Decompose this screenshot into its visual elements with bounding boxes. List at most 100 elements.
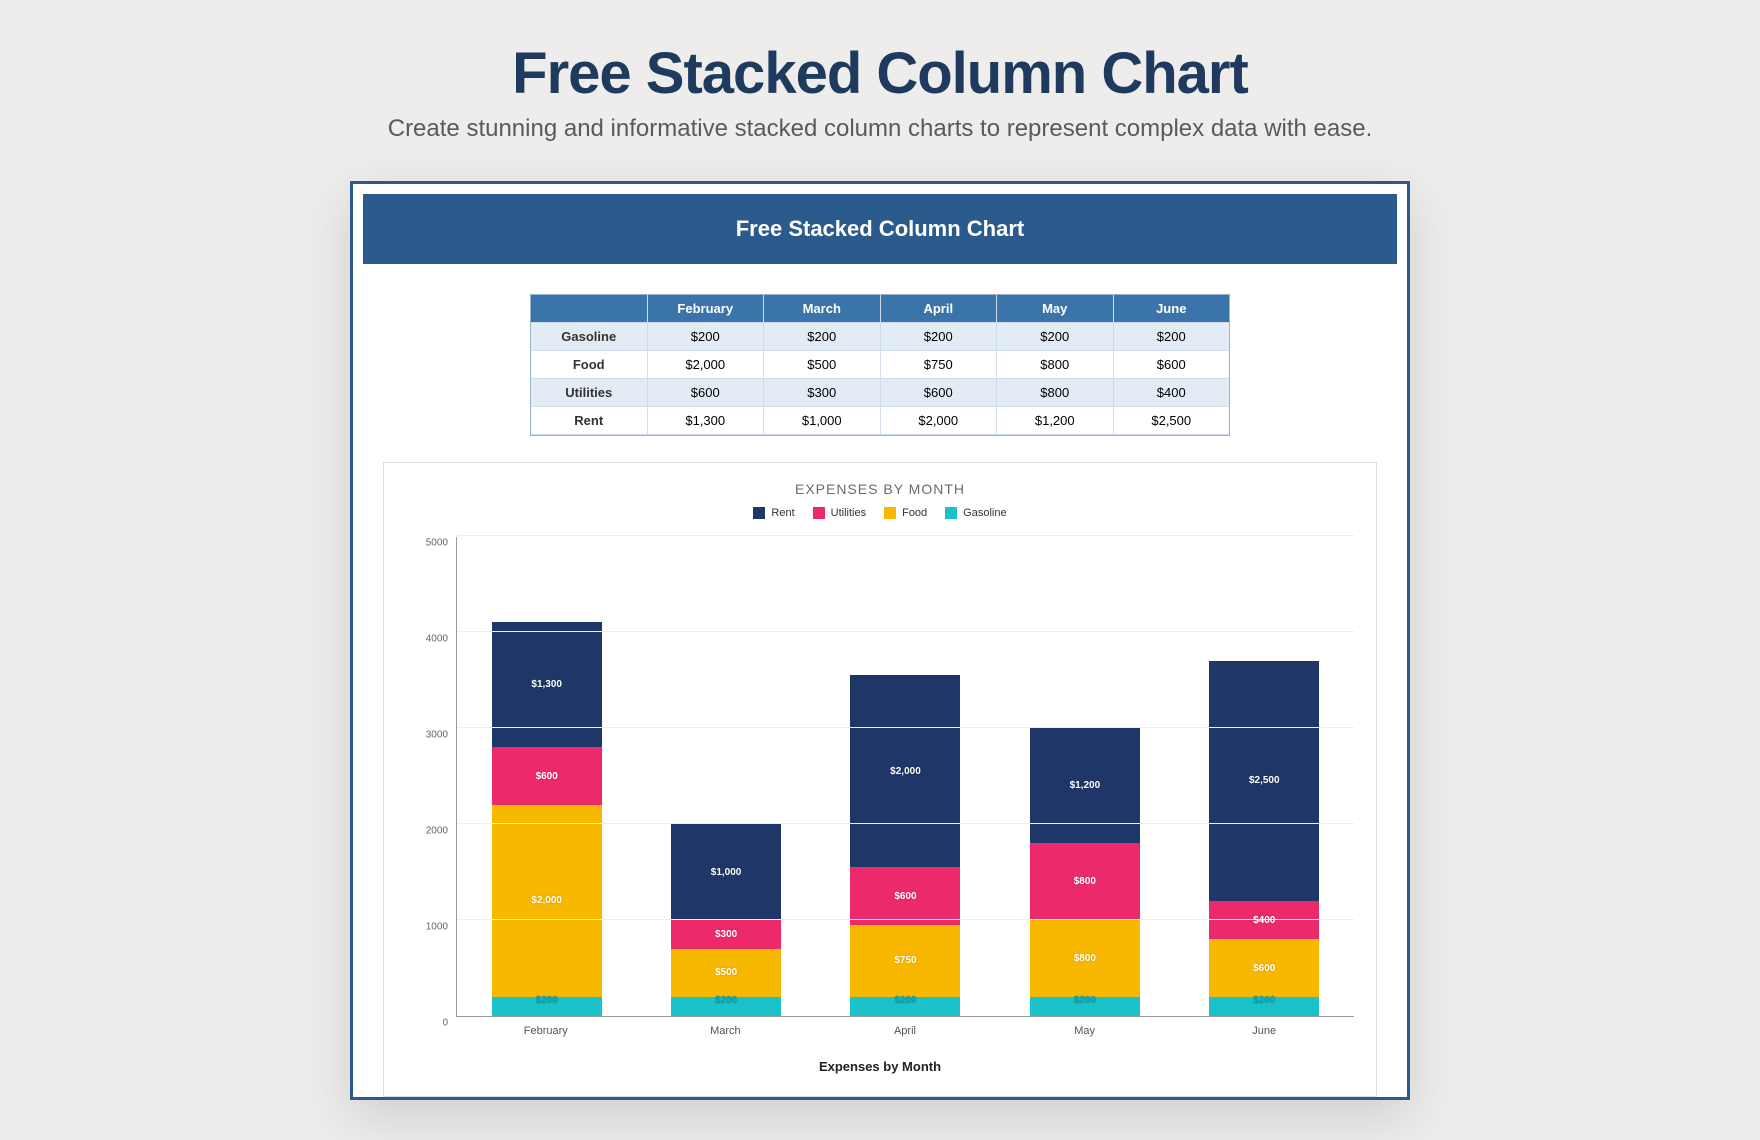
chart-x-axis-label: Expenses by Month [406,1059,1354,1074]
chart-bar-segment-gasoline: $200 [492,997,602,1016]
chart-bar-segment-label: $800 [1074,953,1096,964]
table-cell: $200 [764,323,881,351]
table-cell: $800 [997,351,1114,379]
table-cell: $400 [1114,379,1230,407]
chart-y-tick: 3000 [426,730,448,741]
chart-bar-segment-gasoline: $200 [850,997,960,1016]
table-cell: $750 [881,351,998,379]
chart-x-axis: February March April May June [456,1017,1354,1037]
chart-bar-segment-food: $750 [850,925,960,997]
chart-bar-segment-food: $600 [1209,939,1319,997]
legend-item-rent: Rent [753,507,794,519]
legend-swatch-icon [945,507,957,519]
page-headline: Free Stacked Column Chart [512,40,1248,107]
document-body: February March April May June Gasoline $… [353,294,1407,1097]
document-preview-card: Free Stacked Column Chart February March… [350,181,1410,1100]
document-banner-title: Free Stacked Column Chart [363,194,1397,264]
table-header-col: March [764,295,881,323]
chart-gridline [457,535,1354,536]
table-cell: $200 [881,323,998,351]
data-table: February March April May June Gasoline $… [530,294,1230,436]
chart-bar-column: $2,500 $400 $600$200 [1209,661,1319,1016]
table-header-col: May [997,295,1114,323]
chart-bar-segment-utilities: $800 [1030,843,1140,920]
chart-x-tick: June [1209,1025,1319,1037]
table-cell: $200 [648,323,765,351]
chart-bars: $1,300$600$2,000$200$1,000$300$500$200$2… [457,537,1354,1016]
table-cell: $300 [764,379,881,407]
page-subheadline: Create stunning and informative stacked … [388,115,1373,143]
chart-bar-segment-label: $600 [894,891,916,902]
chart-bar-column: $1,300$600$2,000$200 [492,622,602,1016]
chart-y-axis: 010002000300040005000 [406,537,456,1017]
chart-bar-segment-label: $750 [894,955,916,966]
legend-label: Utilities [831,507,866,519]
chart-y-tick: 2000 [426,826,448,837]
table-header-col: February [648,295,765,323]
chart-x-tick: May [1030,1025,1140,1037]
chart-bar-segment-rent: $2,000 [850,675,960,867]
chart-y-tick: 5000 [426,538,448,549]
chart-bar-segment-rent: $2,500 [1209,661,1319,901]
chart-bar-segment-label: $200 [1074,995,1096,1006]
legend-label: Rent [771,507,794,519]
table-cell: $800 [997,379,1114,407]
chart-bar-segment-utilities: $400 [1209,901,1319,939]
table-row: Food $2,000 $500 $750 $800 $600 [531,351,1229,379]
chart-bar-segment-label: $2,500 [1249,775,1280,786]
legend-label: Food [902,507,927,519]
chart-bar-segment-gasoline: $200 [1209,997,1319,1016]
chart-bar-segment-label: $2,000 [890,766,921,777]
chart-bar-column: $1,000 $300 $500$200 [671,824,781,1016]
chart-y-tick: 1000 [426,922,448,933]
chart-bar-segment-label: $400 [1253,915,1275,926]
chart-bar-segment-utilities: $600 [492,747,602,805]
plot-wrap: 010002000300040005000 $1,300$600$2,000$2… [406,537,1354,1017]
chart-bar-segment-label: $200 [715,995,737,1006]
table-cell: $500 [764,351,881,379]
legend-item-utilities: Utilities [813,507,866,519]
chart-x-tick: April [850,1025,960,1037]
chart-y-tick: 0 [442,1018,448,1029]
chart-gridline [457,631,1354,632]
chart-title: EXPENSES BY MONTH [406,481,1354,497]
table-cell: $600 [648,379,765,407]
chart-bar-column: $1,200 $800 $800 $200 [1030,728,1140,1016]
table-cell: $200 [1114,323,1230,351]
chart-x-tick: February [491,1025,601,1037]
chart-bar-segment-label: $200 [1253,995,1275,1006]
legend-swatch-icon [884,507,896,519]
chart-bar-segment-rent: $1,200 [1030,728,1140,843]
table-row-label: Food [531,351,648,379]
chart-bar-segment-food: $500 [671,949,781,997]
table-cell: $2,500 [1114,407,1230,435]
table-row: Rent $1,300 $1,000 $2,000 $1,200 $2,500 [531,407,1229,435]
chart-x-tick: March [670,1025,780,1037]
table-row-label: Rent [531,407,648,435]
table-row: Gasoline $200 $200 $200 $200 $200 [531,323,1229,351]
chart-gridline [457,919,1354,920]
legend-item-food: Food [884,507,927,519]
table-cell: $1,300 [648,407,765,435]
chart-frame: EXPENSES BY MONTH Rent Utilities Food [383,462,1377,1097]
chart-bar-segment-rent: $1,000 [671,824,781,920]
chart-bar-segment-label: $2,000 [531,895,562,906]
chart-bar-segment-utilities: $600 [850,867,960,925]
chart-bar-segment-gasoline: $200 [1030,997,1140,1016]
chart-legend: Rent Utilities Food Gasoline [406,507,1354,519]
table-cell: $1,000 [764,407,881,435]
legend-item-gasoline: Gasoline [945,507,1006,519]
chart-bar-segment-utilities: $300 [671,920,781,949]
page: Free Stacked Column Chart Create stunnin… [0,0,1760,1100]
chart-bar-segment-label: $300 [715,929,737,940]
chart-bar-segment-gasoline: $200 [671,997,781,1016]
table-cell: $600 [881,379,998,407]
chart-bar-segment-food: $800 [1030,920,1140,997]
table-cell: $200 [997,323,1114,351]
table-header-col: June [1114,295,1230,323]
table-header-col: April [881,295,998,323]
chart-bar-segment-label: $800 [1074,876,1096,887]
table-header-blank [531,295,648,323]
chart-bar-segment-food: $2,000 [492,805,602,997]
legend-label: Gasoline [963,507,1006,519]
